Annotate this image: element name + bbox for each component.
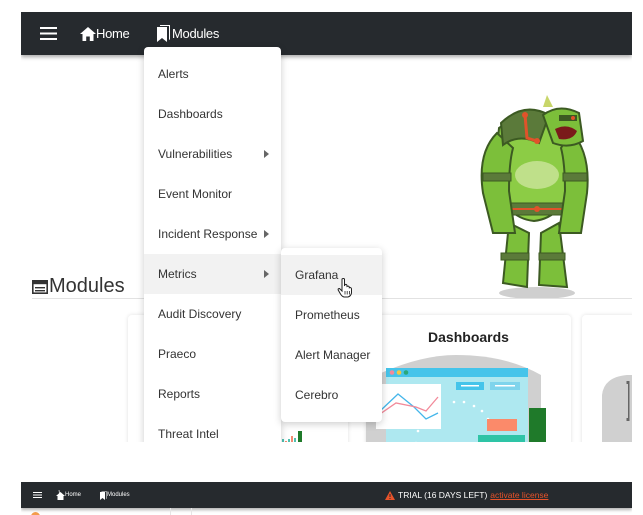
hero-banner: [21, 55, 632, 299]
menu-item-label: Dashboards: [158, 107, 223, 121]
module-card-dashboards[interactable]: Dashboards: [366, 315, 571, 442]
nav-home-link[interactable]: Home: [80, 12, 130, 55]
menu-item-label: Cerebro: [295, 388, 339, 402]
panel-divider: [191, 508, 192, 515]
mascot-monster-illustration: [480, 95, 589, 299]
dashboard-illustration: [366, 355, 546, 442]
nav-modules-label: Modules: [107, 492, 130, 498]
submenu-item-alert-manager[interactable]: Alert Manager: [281, 335, 382, 375]
bookmark-icon: [157, 25, 170, 42]
nav-home-link[interactable]: Home: [56, 482, 81, 508]
bookmark-icon: [100, 490, 107, 500]
hand-pointer-cursor-icon: [337, 278, 352, 298]
menu-item-incident-response[interactable]: Incident Response: [144, 214, 281, 254]
nav-modules-link[interactable]: Modules: [100, 482, 130, 508]
nav-home-label: Home: [65, 492, 82, 498]
home-icon: [80, 26, 96, 41]
activate-license-link[interactable]: activate license: [490, 490, 548, 500]
trial-status-text: TRIAL (16 DAYS LEFT): [398, 490, 488, 500]
sidebar-panel: [21, 508, 171, 515]
modules-dropdown-menu: Alerts Dashboards Vulnerabilities Event …: [144, 47, 281, 442]
menu-item-label: Praeco: [158, 347, 197, 361]
menu-item-label: Event Monitor: [158, 187, 233, 201]
menu-item-event-monitor[interactable]: Event Monitor: [144, 174, 281, 214]
second-app-window: Home Modules TRIAL (16 DAYS LEFT) activa…: [21, 482, 632, 515]
menu-item-label: Audit Discovery: [158, 307, 242, 321]
menu-item-label: Alert Manager: [295, 348, 371, 362]
card-illustration: [602, 375, 632, 442]
window-icon: [32, 279, 48, 294]
submenu-item-grafana[interactable]: Grafana: [281, 255, 382, 295]
section-title-text: Modules: [49, 275, 125, 297]
menu-item-reports[interactable]: Reports: [144, 374, 281, 414]
nav-modules-label: Modules: [172, 26, 220, 41]
app-window: Home Modules Modules Dashboards Alerts D…: [21, 12, 632, 442]
menu-item-praeco[interactable]: Praeco: [144, 334, 281, 374]
menu-item-label: Reports: [158, 387, 201, 401]
menu-toggle-button[interactable]: [40, 12, 58, 55]
menu-item-audit-discovery[interactable]: Audit Discovery: [144, 294, 281, 334]
home-icon: [56, 490, 65, 500]
menu-item-label: Prometheus: [295, 308, 360, 322]
menu-item-metrics[interactable]: Metrics: [144, 254, 281, 294]
top-navbar: Home Modules: [21, 12, 632, 55]
menu-item-alerts[interactable]: Alerts: [144, 54, 281, 94]
menu-item-label: Metrics: [158, 267, 197, 281]
menu-item-label: Grafana: [295, 268, 339, 282]
bottom-navbar: Home Modules TRIAL (16 DAYS LEFT) activa…: [21, 482, 632, 508]
caret-right-icon: [264, 150, 269, 158]
trial-banner: TRIAL (16 DAYS LEFT) activate license: [385, 482, 548, 508]
caret-right-icon: [264, 270, 269, 278]
caret-right-icon: [264, 230, 269, 238]
menu-item-label: Vulnerabilities: [158, 147, 233, 161]
metrics-submenu: Grafana Prometheus Alert Manager Cerebro: [281, 248, 382, 422]
submenu-item-prometheus[interactable]: Prometheus: [281, 295, 382, 335]
hamburger-icon: [33, 492, 42, 498]
hamburger-icon: [40, 27, 57, 40]
menu-item-label: Threat Intel: [158, 427, 219, 441]
menu-item-label: Incident Response: [158, 227, 258, 241]
menu-item-threat-intel[interactable]: Threat Intel: [144, 414, 281, 442]
menu-toggle-button[interactable]: [33, 482, 42, 508]
submenu-item-cerebro[interactable]: Cerebro: [281, 375, 382, 415]
menu-item-label: Alerts: [158, 67, 189, 81]
module-card-partial[interactable]: [582, 315, 632, 442]
modules-section-heading: Modules: [32, 275, 125, 298]
menu-item-vulnerabilities[interactable]: Vulnerabilities: [144, 134, 281, 174]
nav-home-label: Home: [96, 26, 130, 41]
warning-triangle-icon: [385, 490, 395, 500]
menu-item-dashboards[interactable]: Dashboards: [144, 94, 281, 134]
